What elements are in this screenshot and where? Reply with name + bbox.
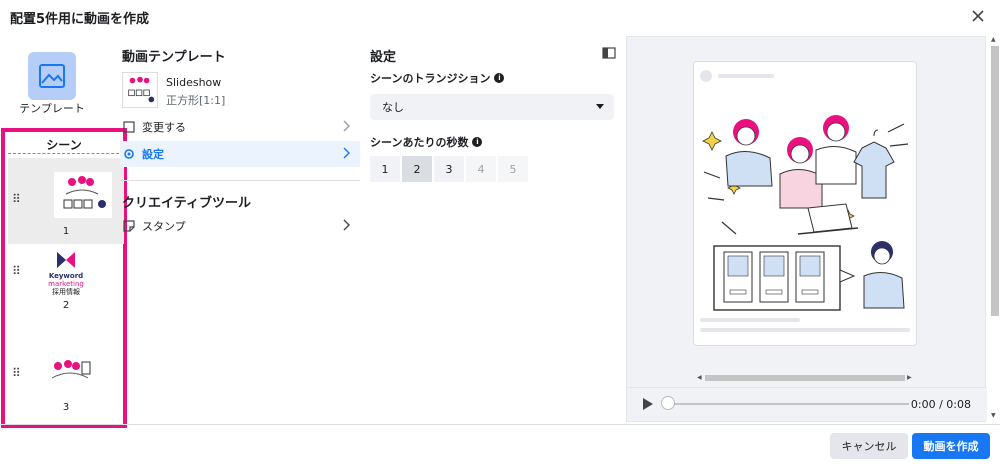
info-icon[interactable]: i [472,137,483,147]
menu-change-label: 変更する [142,121,186,134]
chevron-right-icon [343,147,350,159]
section-divider [120,180,360,181]
scene-item-1[interactable]: ⠿ 1 [8,158,124,244]
scene-number: 3 [62,402,70,413]
scroll-up-icon[interactable]: ▲ [991,36,996,43]
scroll-left-icon[interactable]: ◀ [697,374,702,381]
close-button[interactable] [968,6,988,26]
template-thumbnail [122,72,158,108]
seconds-option-2[interactable]: 2 [402,156,432,182]
menu-stamp[interactable]: スタンプ [120,213,360,239]
scene-list: シーン ⠿ 1 ⠿ Keyword marketing 採用情報 2 ⠿ 3 [1,128,127,428]
template-format: 正方形[1:1] [166,94,226,107]
text-placeholder [718,74,774,78]
transition-field-label: シーンのトランジション i [370,70,505,86]
time-display: 0:00 / 0:08 [910,398,971,411]
template-tab-button[interactable] [28,52,76,100]
scene-thumbnail [54,172,112,218]
text-placeholder [700,328,910,332]
panel-toggle-icon[interactable] [602,46,616,60]
brand-logo-line2: marketing [48,280,84,288]
menu-stamp-label: スタンプ [142,220,186,233]
creative-tools-title: クリエイティブツール [122,196,251,211]
video-preview: ◀ ▶ 0:00 / 0:08 [626,36,987,422]
seconds-field-label: シーンあたりの秒数 i [370,134,483,150]
seconds-option-1[interactable]: 1 [370,156,400,182]
gear-icon [124,149,134,159]
close-icon [972,10,984,22]
template-panel: 動画テンプレート Slideshow 正方形[1:1] 変更する 設定 クリエイ… [120,32,360,424]
play-icon[interactable] [643,398,653,410]
scene-divider [8,153,124,154]
scene-number: 1 [62,226,70,237]
brand-logo-mark-icon [57,252,75,268]
text-placeholder [700,318,800,322]
horizontal-scrollbar[interactable]: ◀ ▶ [627,371,987,383]
dialog-header: 配置5件用に動画を作成 [0,0,1000,32]
brand-logo-line1: Keyword [48,272,84,280]
menu-settings-label: 設定 [142,148,164,161]
drag-handle-icon[interactable]: ⠿ [12,367,22,379]
seconds-selector: 1 2 3 4 5 [370,156,528,182]
left-panel: テンプレート シーン ⠿ 1 ⠿ Keyword marketing 採用情報 … [0,32,127,428]
feed-post-preview [693,61,917,346]
template-section-title: 動画テンプレート [122,50,226,65]
settings-panel: 設定 シーンのトランジション i なし シーンあたりの秒数 i 1 2 3 4 … [370,32,620,424]
swap-icon [123,121,135,133]
preview-illustration [702,115,909,311]
menu-settings[interactable]: 設定 [120,141,360,167]
scene-list-header: シーン [46,138,82,152]
settings-title: 設定 [370,50,397,65]
menu-change-template[interactable]: 変更する [120,114,360,140]
transition-select[interactable]: なし [370,94,614,120]
seconds-option-4[interactable]: 4 [466,156,496,182]
seconds-option-5[interactable]: 5 [498,156,528,182]
transition-select-value: なし [382,101,404,114]
seek-handle[interactable] [661,396,675,410]
dialog-footer: キャンセル 動画を作成 [0,424,1000,464]
image-template-icon [39,64,65,88]
video-player-controls: 0:00 / 0:08 [627,387,987,421]
scrollbar-thumb[interactable] [705,375,905,381]
info-icon[interactable]: i [494,73,505,83]
cancel-button[interactable]: キャンセル [830,433,908,459]
brand-logo: Keyword marketing 採用情報 [36,252,96,296]
brand-logo-line3: 採用情報 [52,288,80,296]
seconds-label: シーンあたりの秒数 [370,136,469,149]
drag-handle-icon[interactable]: ⠿ [12,193,22,205]
transition-label: シーンのトランジション [370,72,491,85]
scroll-down-icon[interactable]: ▼ [991,412,996,419]
vertical-scrollbar[interactable]: ▲ ▼ [988,36,1000,424]
caret-down-icon [596,104,604,109]
template-name: Slideshow [166,76,222,89]
template-tab-label: テンプレート [19,102,85,115]
dialog-title: 配置5件用に動画を作成 [10,12,150,27]
seek-track[interactable] [673,403,909,405]
drag-handle-icon[interactable]: ⠿ [12,265,22,277]
chevron-right-icon [343,120,350,132]
scroll-right-icon[interactable]: ▶ [907,374,912,381]
create-video-button[interactable]: 動画を作成 [912,433,990,459]
avatar-placeholder [700,70,712,82]
seconds-option-3[interactable]: 3 [434,156,464,182]
scene-item-2[interactable]: ⠿ Keyword marketing 採用情報 2 [8,246,124,332]
scene-thumbnail [44,354,96,390]
scene-item-3[interactable]: ⠿ 3 [8,336,124,422]
scene-number: 2 [62,300,70,311]
sticker-icon [123,220,135,232]
chevron-right-icon [343,219,350,231]
scrollbar-thumb[interactable] [991,46,999,316]
